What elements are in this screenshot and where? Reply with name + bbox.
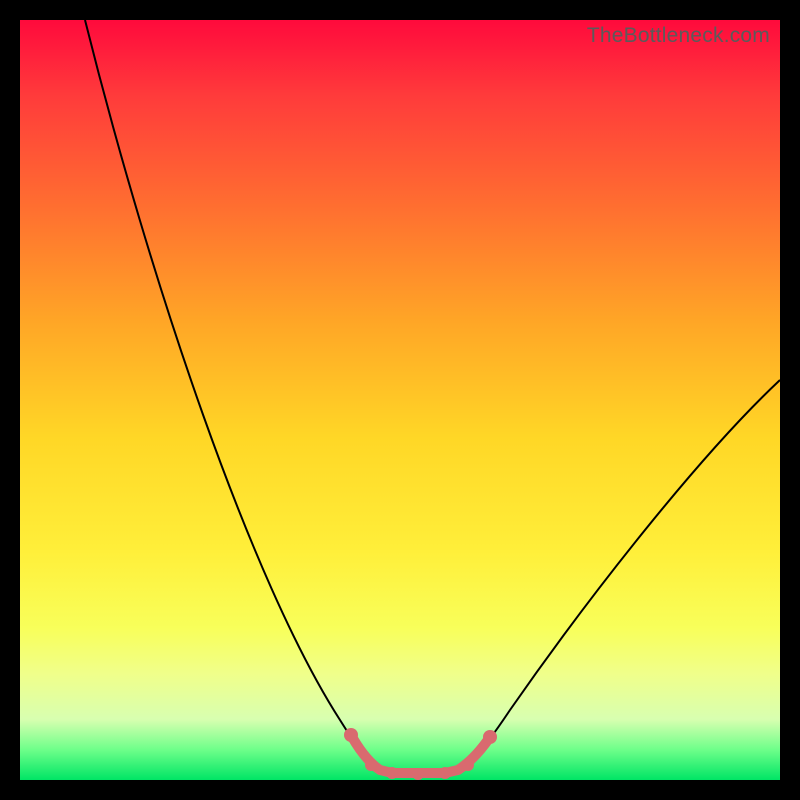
highlight-dot-3 — [386, 767, 398, 779]
curve-right — [445, 380, 780, 772]
bottleneck-curve — [20, 20, 780, 780]
highlight-dot-5 — [439, 767, 451, 779]
highlight-dot-2 — [365, 759, 377, 771]
gradient-plot-background: TheBottleneck.com — [20, 20, 780, 780]
highlight-dot-right — [483, 730, 497, 744]
highlight-dot-4 — [412, 768, 424, 780]
highlight-dot-left — [344, 728, 358, 742]
curve-left — [85, 20, 392, 772]
highlight-dot-6 — [462, 759, 474, 771]
